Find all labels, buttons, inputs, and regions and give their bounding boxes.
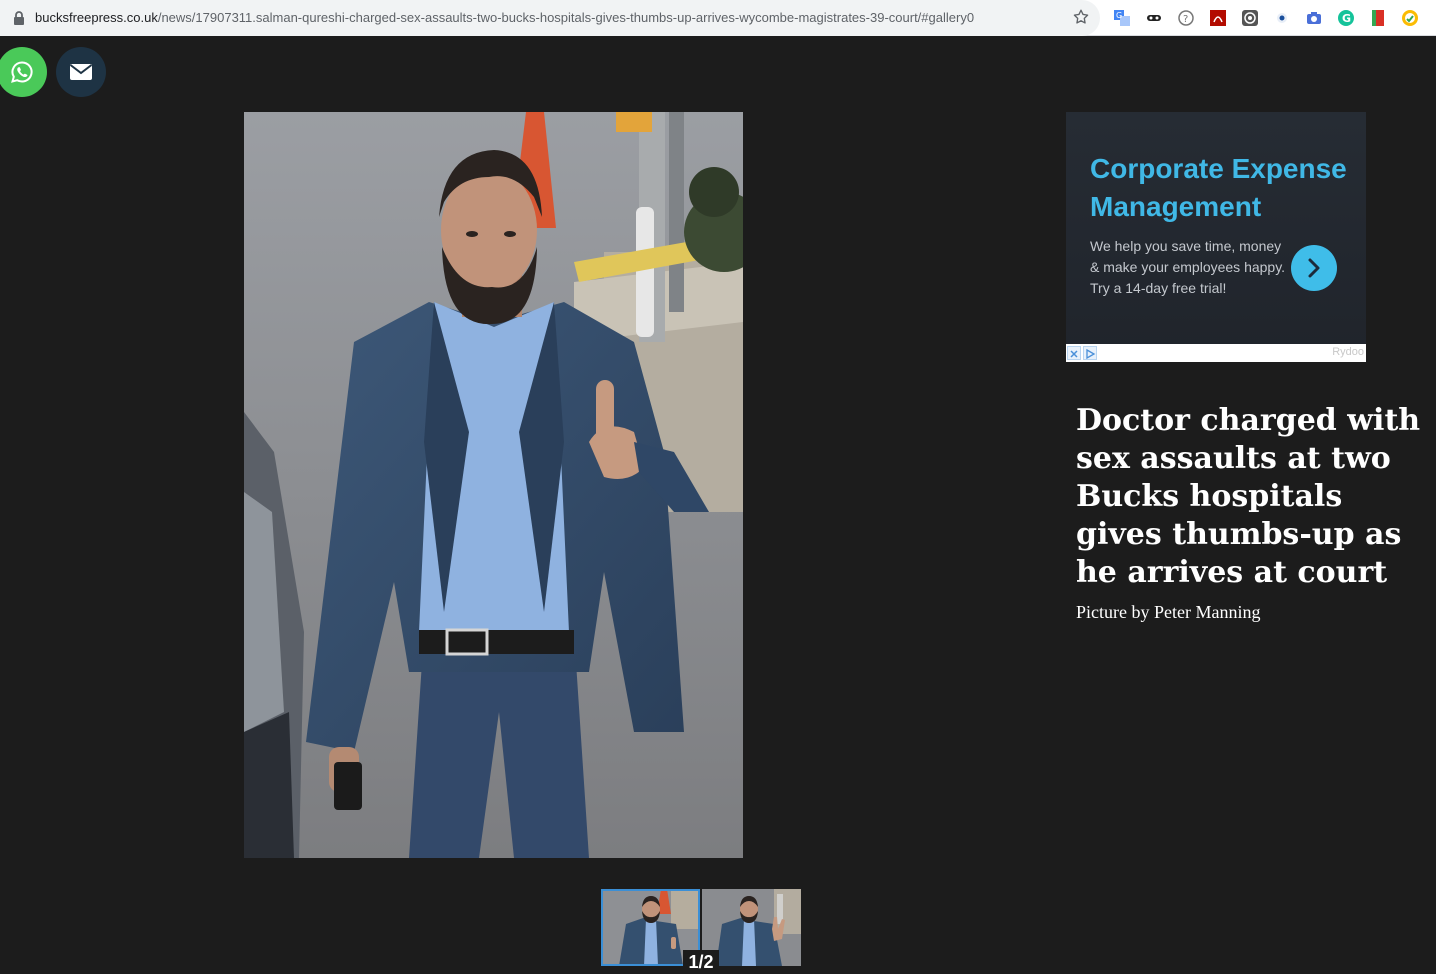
whatsapp-icon (11, 61, 33, 83)
svg-text:G: G (1116, 11, 1122, 20)
ad-footer: Rydoo (1066, 344, 1366, 362)
url-text[interactable]: bucksfreepress.co.uk/news/17907311.salma… (35, 10, 974, 25)
photo-credit: Picture by Peter Manning (1076, 602, 1261, 622)
article-title: Doctor charged with sex assaults at two … (1076, 403, 1421, 590)
ad-cta-button[interactable] (1291, 245, 1337, 291)
translate-icon[interactable]: G (1112, 8, 1132, 28)
ad-headline[interactable]: Corporate Expense Management (1090, 150, 1360, 226)
advertisement[interactable]: Corporate Expense Management We help you… (1066, 112, 1366, 362)
help-circle-icon[interactable]: ? (1176, 8, 1196, 28)
lock-icon[interactable] (12, 10, 26, 26)
chevron-right-icon (1308, 258, 1320, 278)
photo-man-thumbs-up (244, 112, 743, 858)
gallery-main-photo[interactable] (244, 112, 743, 858)
svg-text:?: ? (1183, 14, 1188, 25)
envelope-icon (69, 64, 93, 80)
browser-toolbar: bucksfreepress.co.uk/news/17907311.salma… (0, 0, 1436, 36)
url-domain: bucksfreepress.co.uk (35, 10, 158, 25)
ad-advertiser-name[interactable]: Rydoo (1332, 346, 1364, 358)
svg-text:G: G (1342, 12, 1351, 25)
email-share-button[interactable] (56, 47, 106, 97)
url-path: /news/17907311.salman-qureshi-charged-se… (157, 10, 975, 25)
ad-close-icon[interactable] (1067, 346, 1081, 360)
ad-body-text: We help you save time, money & make your… (1090, 238, 1286, 296)
eye-icon[interactable] (1272, 8, 1292, 28)
bookmark-icon[interactable] (1368, 8, 1388, 28)
chrome-circle-icon[interactable] (1400, 8, 1420, 28)
ad-choices-icon[interactable] (1083, 346, 1097, 360)
pdf-icon[interactable] (1208, 8, 1228, 28)
grammarly-icon[interactable]: G (1336, 8, 1356, 28)
gallery-counter: 1/2 (683, 950, 719, 974)
bookmark-star-icon[interactable] (1072, 8, 1090, 26)
mask-icon[interactable] (1144, 8, 1164, 28)
aperture-icon[interactable] (1240, 8, 1260, 28)
whatsapp-share-button[interactable] (0, 47, 47, 97)
camera-icon[interactable] (1304, 8, 1324, 28)
extension-icons: G ? G (1112, 8, 1420, 28)
address-bar[interactable]: bucksfreepress.co.uk/news/17907311.salma… (0, 0, 1100, 36)
